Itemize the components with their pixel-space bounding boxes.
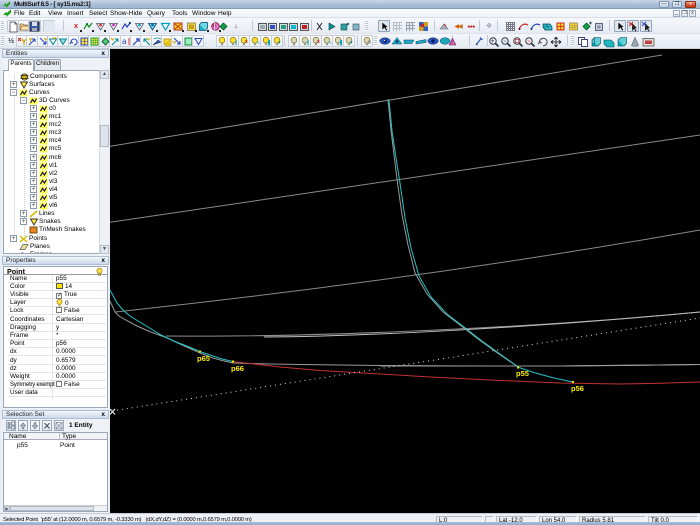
svg-text:p65: p65 [197, 354, 210, 363]
svg-text:+: + [491, 39, 495, 45]
svg-text:p55: p55 [516, 369, 529, 378]
svg-text:a: a [122, 37, 127, 46]
svg-text:p66: p66 [231, 364, 244, 373]
svg-text:p56: p56 [571, 384, 584, 393]
svg-text:−: − [527, 39, 531, 45]
svg-text:−: − [503, 39, 507, 45]
